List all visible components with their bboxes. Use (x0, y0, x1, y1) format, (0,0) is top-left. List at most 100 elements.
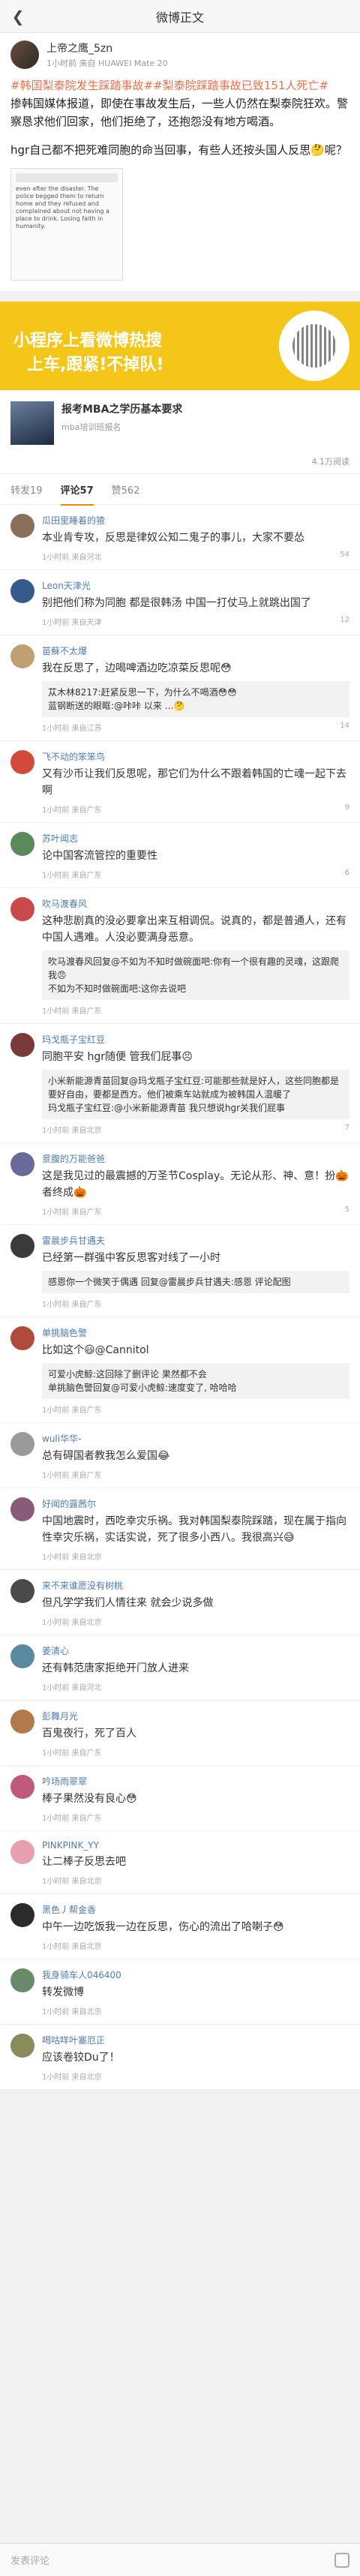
comment-item[interactable]: 苗蘇不太爆 我在反思了，边喝啤酒边吃凉菜反思呢😳 苁木林8217:赶紧反思一下，为什… (0, 635, 360, 741)
avatar[interactable] (10, 750, 34, 774)
avatar[interactable] (10, 1840, 34, 1864)
ad-line: 上车,跟紧!不掉队! (27, 356, 164, 374)
commenter-name[interactable]: wuli华华- (42, 1432, 81, 1445)
commenter-name[interactable]: PINKPINK_YY (42, 1840, 99, 1851)
back-icon[interactable]: ❮ (8, 6, 28, 27)
tab-like[interactable]: 赞562 (112, 482, 140, 497)
reply-box[interactable]: 小米新能源青苗回复@玛戈瓶子宝红豆:可能那些就是好人，这些同胞都是要好自由，要都… (42, 1070, 350, 1119)
comment-item[interactable]: 单挑脑色警 比如这个😃@Cannitol 可爱小虎鲸:这回除了删评论 果然都不会 单挑… (0, 1317, 360, 1423)
avatar[interactable] (10, 1432, 34, 1456)
reply-text: 感恩你一个微笑于偶遇 回复@雷晨步兵甘遇夫:感恩 评论配图 (48, 1277, 291, 1287)
comment-time: 1小时前 来自天津 (42, 619, 102, 627)
avatar[interactable] (10, 1152, 34, 1176)
ad-banner[interactable]: 小程序上看微博热搜 上车,跟紧!不掉队! (0, 302, 360, 390)
avatar[interactable] (10, 1579, 34, 1603)
reply-box[interactable]: 吹马渡春风回复@不如为不知时做碗面吧:你有一个很有趣的灵魂，这跟爬我😠 不如为不知… (42, 950, 350, 1000)
comment-text: 应该卷铰Du了！ (42, 2052, 120, 2064)
avatar[interactable] (10, 1644, 34, 1668)
avatar[interactable] (10, 1234, 34, 1258)
reply-text: 不如为不知时做碗面吧:这你去说吧 (48, 983, 187, 994)
post-author[interactable]: 上帝之鹰_5zn 1小时前 来自 HUAWEI Mate 20 (10, 41, 350, 69)
comment-item[interactable]: 姜清心 还有韩范唐家拒绝开门放人进来 1小时前 来自河北 (0, 1635, 360, 1701)
comment-input[interactable]: 发表评论 (10, 2553, 50, 2567)
avatar[interactable] (10, 1710, 34, 1734)
comment-item[interactable]: 好闻的露茜尔 中国地震时，西吃幸灾乐祸。我对韩国梨泰院踩踏，现在属于指向性幸灾乐祸… (0, 1488, 360, 1570)
comment-item[interactable]: 雷晨步兵甘遇夫 已经第一群强中客反思客对线了一小时 感恩你一个微笑于偶遇 回复@雷晨… (0, 1225, 360, 1317)
avatar[interactable] (10, 1775, 34, 1799)
commenter-name[interactable]: 吟场雨翠翠 (42, 1775, 87, 1788)
commenter-name[interactable]: 玛戈瓶子宝红豆 (42, 1033, 105, 1046)
post-image[interactable]: even after the disaster. The police begg… (10, 168, 123, 281)
comment-text: 百鬼夜行，死了百人 (42, 1728, 136, 1740)
avatar[interactable] (10, 1968, 34, 1992)
comment-item[interactable]: PINKPINK_YY 让二棒子反思去吧 1小时前 来自北京 (0, 1831, 360, 1894)
comment-item[interactable]: 苏叶闻志 论中国客流管控的重要性 1小时前 来自广东 6 (0, 823, 360, 888)
comment-time: 1小时前 来自北京 (42, 1878, 102, 1886)
avatar[interactable] (10, 1033, 34, 1057)
avatar[interactable] (10, 644, 34, 668)
comment-item[interactable]: 吹马渡春风这种悲剧真的没必要拿出来互相调侃。说真的，都是普通人，还有中国人遇难。… (0, 888, 360, 1024)
comment-item[interactable]: wuli华华- 总有碍国者教我怎么爱国😂 1小时前 来自广东 (0, 1423, 360, 1488)
like-count[interactable]: 14 (340, 722, 350, 733)
like-count[interactable]: 7 (345, 1124, 350, 1135)
comment-item[interactable]: 我身骑车人046400 转发微博 1小时前 来自北京 (0, 1959, 360, 2025)
commenter-name[interactable]: 姜清心 (42, 1644, 69, 1657)
commenter-name[interactable]: 景腹的万能爸爸 (42, 1152, 105, 1165)
comment-item[interactable]: 吟场雨翠翠 棒子果然没有良心😳 1小时前 来自广东 (0, 1766, 360, 1831)
avatar[interactable] (10, 1326, 34, 1350)
like-count[interactable]: 6 (345, 869, 350, 880)
commenter-name[interactable]: Leon天津光 (42, 579, 91, 592)
commenter-name[interactable]: 苏叶闻志 (42, 832, 78, 845)
commenter-name[interactable]: 黑色丿帮金香 (42, 1903, 96, 1916)
comment-text: 本业肯专攻，反思是律奴公知二鬼子的事儿，大家不要怂 (42, 532, 304, 544)
commenter-name[interactable]: 雷晨步兵甘遇夫 (42, 1234, 105, 1247)
reply-text: 可爱小虎鲸:这回除了删评论 果然都不会 (48, 1369, 207, 1380)
reply-box[interactable]: 可爱小虎鲸:这回除了删评论 果然都不会 单挑脑色警回复@可爱小虎鲸:速度变了, 哈… (42, 1363, 350, 1399)
avatar[interactable] (10, 579, 34, 603)
comment-time: 1小时前 来自广东 (42, 1301, 102, 1309)
article-card[interactable]: 报考MBA之学历基本要求 mba培训班报名 (0, 390, 360, 455)
comment-item[interactable]: 景腹的万能爸爸 这是我见过的最震撼的万圣节Cosplay。无论从形、神、意！扮🎃者… (0, 1143, 360, 1225)
comment-time: 1小时前 来自北京 (42, 2008, 102, 2016)
commenter-name[interactable]: 喝咕咩叶塞厄正 (42, 2034, 105, 2046)
emoji-icon[interactable] (334, 2552, 350, 2568)
avatar[interactable] (10, 1903, 34, 1927)
commenter-name[interactable]: 彭舞月光 (42, 1710, 78, 1722)
comment-item[interactable]: 飞不动的笨笨鸟 又有沙币让我们反思呢，那它们为什么不跟着韩国的亡魂一起下去啊 1小时… (0, 741, 360, 823)
reply-box[interactable]: 苁木林8217:赶紧反思一下，为什么不喝酒😳😳 蓝钢断送的眼眶:@咔咔 以来 …🤔 (42, 681, 350, 717)
comment-item[interactable]: 喝咕咩叶塞厄正 应该卷铰Du了！ 1小时前 来自北京 (0, 2025, 360, 2090)
avatar[interactable] (10, 2034, 34, 2058)
commenter-name[interactable]: 瓜田里睡着的猹 (42, 514, 105, 527)
commenter-name[interactable]: 飞不动的笨笨鸟 (42, 750, 105, 763)
comment-item[interactable]: 玛戈瓶子宝红豆 同胞平安 hgr随便 管我们屁事😣 小米新能源青苗回复@玛戈瓶子宝红… (0, 1024, 360, 1143)
like-count[interactable]: 5 (345, 1205, 350, 1217)
bottom-bar: 发表评论 (0, 2543, 360, 2576)
topic-link[interactable]: #韩国梨泰院发生踩踏事故##梨泰院踩踏事故已致151人死亡# (10, 79, 328, 92)
tab-comment[interactable]: 评论57 (60, 473, 94, 506)
avatar[interactable] (10, 514, 34, 538)
like-count[interactable]: 54 (340, 551, 350, 562)
like-count[interactable]: 12 (340, 616, 350, 627)
avatar[interactable] (10, 1497, 34, 1521)
comment-text: 这种悲剧真的没必要拿出来互相调侃。说真的，都是普通人，还有中国人遇难。人没必要满… (42, 915, 346, 944)
post: 上帝之鹰_5zn 1小时前 来自 HUAWEI Mate 20 #韩国梨泰院发生… (0, 33, 360, 291)
comment-text: 但凡学学我们人情往来 就会少说多做 (42, 1597, 214, 1609)
author-name[interactable]: 上帝之鹰_5zn (46, 41, 168, 56)
commenter-name[interactable]: 我身骑车人046400 (42, 1968, 122, 1981)
commenter-name[interactable]: 好闻的露茜尔 (42, 1497, 96, 1510)
commenter-name[interactable]: 苗蘇不太爆 (42, 644, 87, 657)
reply-box[interactable]: 感恩你一个微笑于偶遇 回复@雷晨步兵甘遇夫:感恩 评论配图 (42, 1271, 350, 1293)
tab-repost[interactable]: 转发19 (10, 482, 43, 497)
commenter-name[interactable]: 吹马渡春风 (42, 897, 87, 910)
comment-item[interactable]: 来不来谁愿没有树桃 但凡学学我们人情往来 就会少说多做 1小时前 来自北京 (0, 1570, 360, 1635)
like-count[interactable]: 9 (345, 803, 350, 815)
comment-item[interactable]: 黑色丿帮金香 中午一边吃饭我一边在反思，伤心的流出了哈喇子😳 1小时前 来自北京 (0, 1894, 360, 1959)
commenter-name[interactable]: 来不来谁愿没有树桃 (42, 1579, 123, 1592)
comment-item[interactable]: 彭舞月光 百鬼夜行，死了百人 1小时前 来自广东 (0, 1701, 360, 1766)
avatar[interactable] (10, 897, 34, 921)
avatar[interactable] (10, 41, 39, 69)
comment-item[interactable]: 瓜田里睡着的猹 本业肯专攻，反思是律奴公知二鬼子的事儿，大家不要怂 1小时前 来自河… (0, 505, 360, 570)
comment-item[interactable]: Leon天津光 别把他们称为同胞 都是很韩汤 中国一打仗马上就跳出国了 1小时前 来… (0, 570, 360, 635)
commenter-name[interactable]: 单挑脑色警 (42, 1326, 87, 1339)
avatar[interactable] (10, 832, 34, 856)
